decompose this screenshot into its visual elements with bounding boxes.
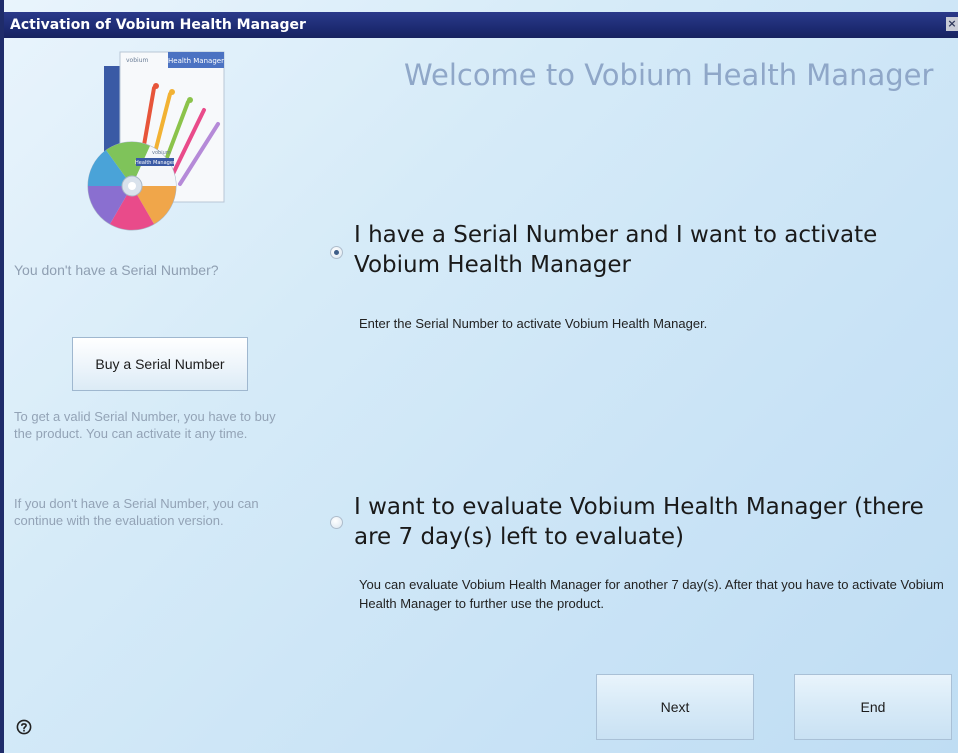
window-title: Activation of Vobium Health Manager [10, 17, 306, 33]
svg-text:Health Manager: Health Manager [168, 57, 224, 65]
activate-option-label[interactable]: I have a Serial Number and I want to act… [354, 220, 954, 280]
help-question-icon[interactable] [16, 719, 32, 735]
cd-disc-icon: Health Manager vobium [87, 141, 177, 231]
end-button[interactable]: End [794, 674, 952, 740]
window-titlebar[interactable]: Activation of Vobium Health Manager × [4, 12, 958, 38]
no-serial-question: You don't have a Serial Number? [14, 262, 219, 278]
product-box-and-cd-image: Health Manager vobium Health Manager vob… [87, 51, 225, 231]
evaluate-radio-button[interactable] [330, 516, 343, 529]
evaluate-option-label[interactable]: I want to evaluate Vobium Health Manager… [354, 492, 954, 552]
svg-text:vobium: vobium [126, 57, 149, 64]
close-icon[interactable]: × [946, 17, 958, 31]
svg-text:vobium: vobium [152, 150, 171, 156]
activate-radio-button[interactable] [330, 246, 343, 259]
svg-text:Health Manager: Health Manager [135, 160, 176, 166]
activate-option-description: Enter the Serial Number to activate Vobi… [359, 316, 708, 331]
activation-dialog: Activation of Vobium Health Manager × We… [0, 0, 958, 753]
welcome-heading: Welcome to Vobium Health Manager [404, 58, 934, 92]
next-button[interactable]: Next [596, 674, 754, 740]
buy-note-text: To get a valid Serial Number, you have t… [14, 409, 276, 441]
radio-selected-dot [334, 250, 339, 255]
evaluation-note-text: If you don't have a Serial Number, you c… [14, 496, 259, 528]
buy-serial-number-button[interactable]: Buy a Serial Number [72, 337, 248, 391]
evaluate-option-description: You can evaluate Vobium Health Manager f… [359, 577, 944, 611]
